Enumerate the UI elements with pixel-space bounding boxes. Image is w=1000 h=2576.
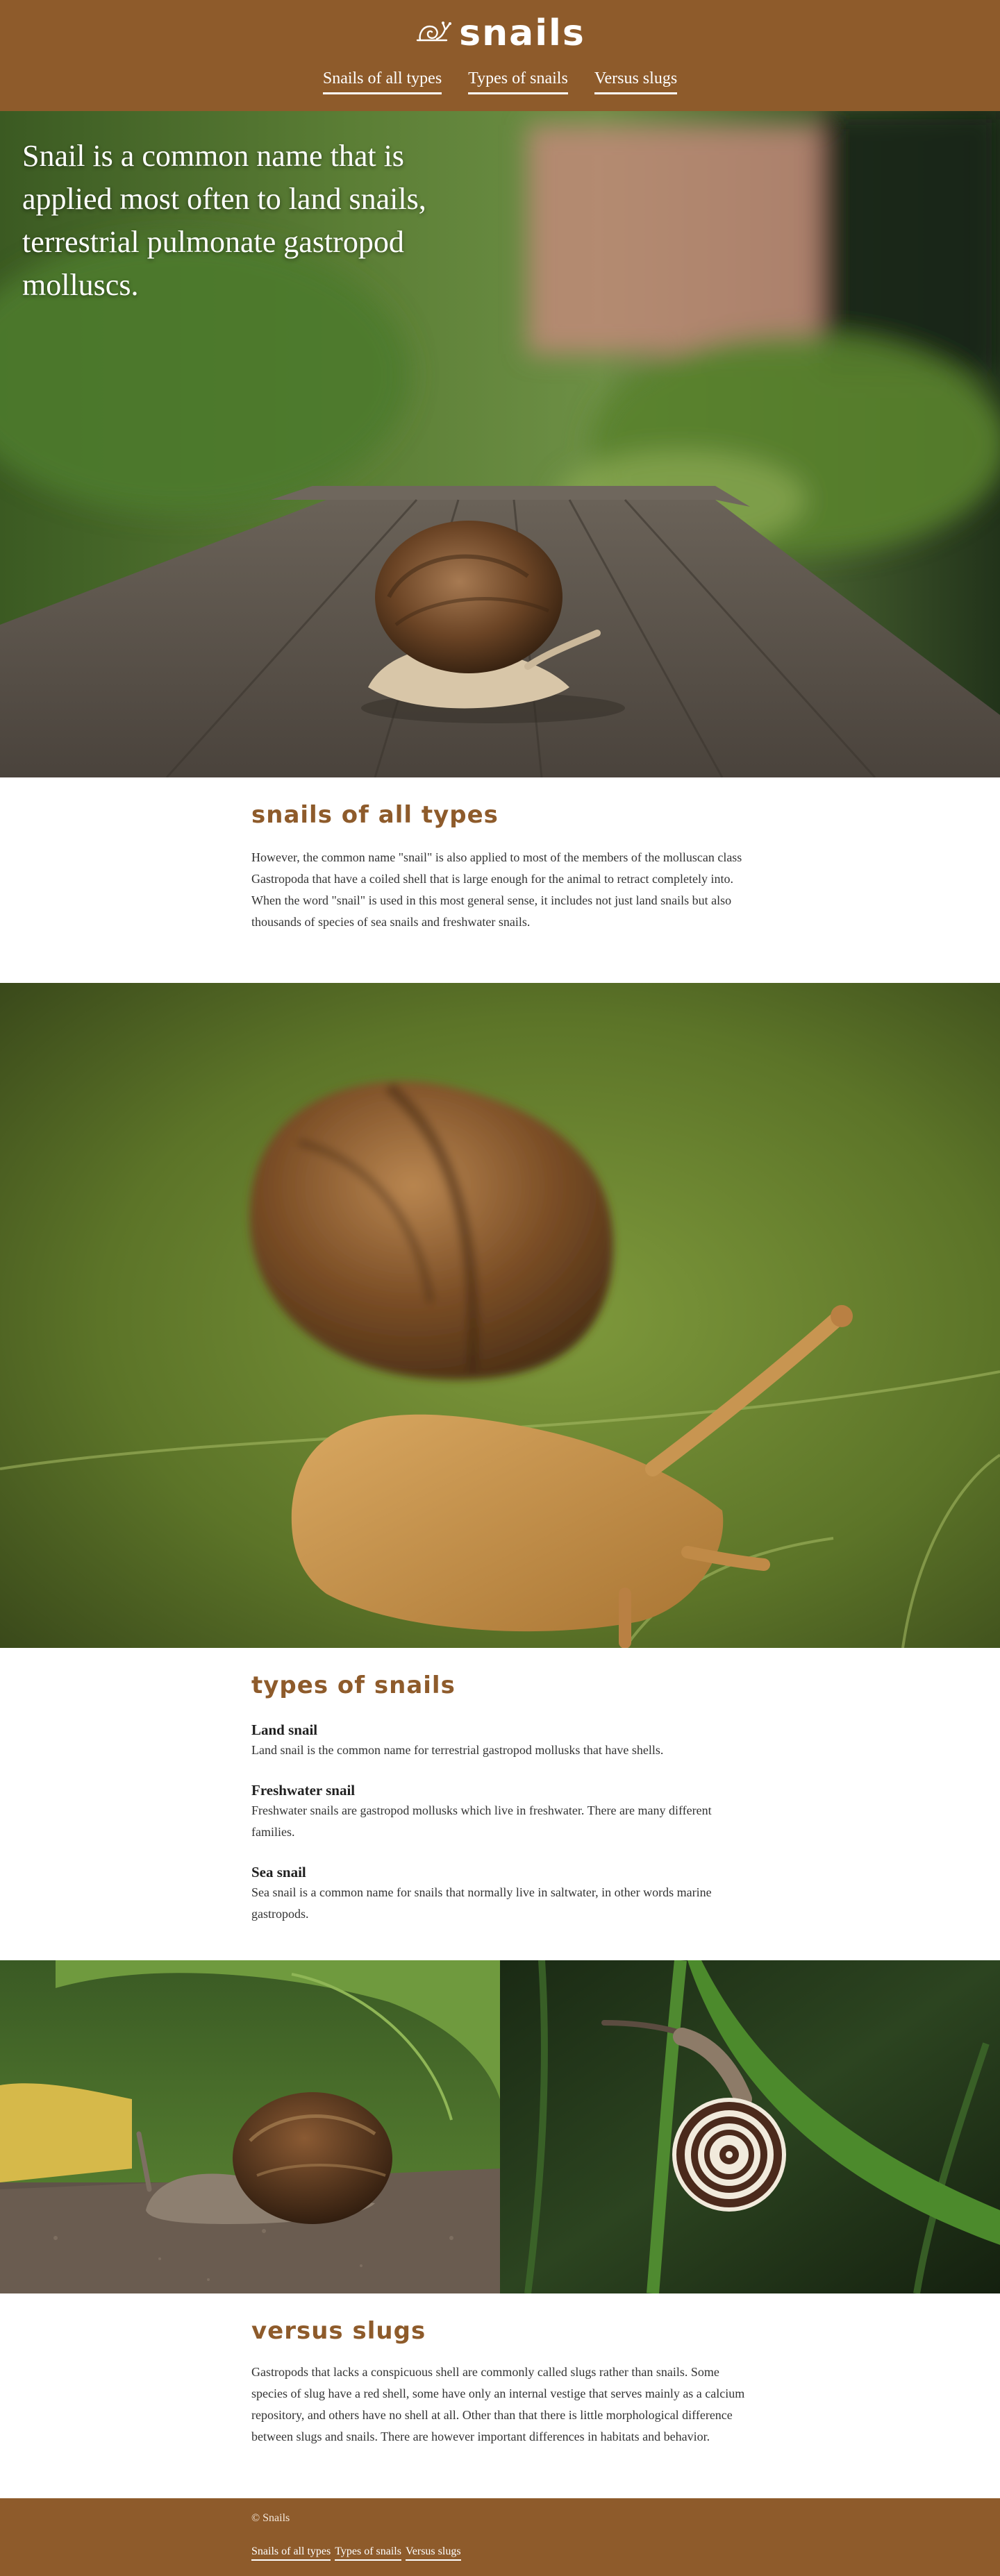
- section-heading: Snails of all types: [251, 801, 499, 829]
- main-nav: Snails of all types Types of snails Vers…: [322, 69, 678, 94]
- snail-logo-icon: [415, 19, 455, 47]
- site-title: snails: [459, 12, 585, 54]
- section-versus-slugs: Versus slugs Gastropods that lacks a con…: [0, 2293, 1000, 2498]
- type-text: Sea snail is a common name for snails th…: [251, 1885, 712, 1921]
- photo-pair: [0, 1960, 1000, 2293]
- nav-link-types-of-snails[interactable]: Types of snails: [468, 69, 568, 94]
- nav-link-snails-of-all-types[interactable]: Snails of all types: [322, 69, 442, 94]
- footer-link-types-of-snails[interactable]: Types of snails: [335, 2545, 401, 2561]
- hero-tagline: Snail is a common name that is applied m…: [22, 139, 426, 302]
- footer-link-snails-of-all-types[interactable]: Snails of all types: [251, 2545, 331, 2561]
- section-body: However, the common name "snail" is also…: [251, 850, 742, 929]
- nav-link-versus-slugs[interactable]: Versus slugs: [594, 69, 678, 94]
- site-footer: © Snails Snails of all types Types of sn…: [0, 2498, 1000, 2576]
- snail-on-ground-photo: [0, 1960, 500, 2293]
- section-heading: Types of snails: [251, 1672, 456, 1699]
- type-title: Freshwater snail: [251, 1782, 356, 1799]
- type-item-freshwater-snail: Freshwater snail Freshwater snails are g…: [251, 1781, 749, 1843]
- section-types-of-snails: Types of snails Land snail Land snail is…: [0, 1648, 1000, 1960]
- footer-link-versus-slugs[interactable]: Versus slugs: [405, 2545, 461, 2561]
- brand-logo[interactable]: snails: [415, 14, 585, 53]
- type-title: Land snail: [251, 1721, 318, 1738]
- snail-on-stem-photo: [500, 1960, 1000, 2293]
- hero-banner: Snail is a common name that is applied m…: [0, 111, 1000, 777]
- type-item-sea-snail: Sea snail Sea snail is a common name for…: [251, 1862, 749, 1925]
- footer-nav: Snails of all types Types of snails Vers…: [251, 2545, 749, 2561]
- type-text: Freshwater snails are gastropod mollusks…: [251, 1803, 712, 1839]
- type-item-land-snail: Land snail Land snail is the common name…: [251, 1720, 749, 1761]
- section-heading: Versus slugs: [251, 2317, 426, 2345]
- site-header: snails Snails of all types Types of snai…: [0, 0, 1000, 111]
- section-body: Gastropods that lacks a conspicuous shel…: [251, 2365, 745, 2443]
- snail-on-leaf-photo: [0, 983, 1000, 1648]
- type-title: Sea snail: [251, 1864, 306, 1880]
- footer-copyright: © Snails: [251, 2512, 290, 2524]
- section-snails-of-all-types: Snails of all types However, the common …: [0, 777, 1000, 983]
- type-text: Land snail is the common name for terres…: [251, 1743, 664, 1757]
